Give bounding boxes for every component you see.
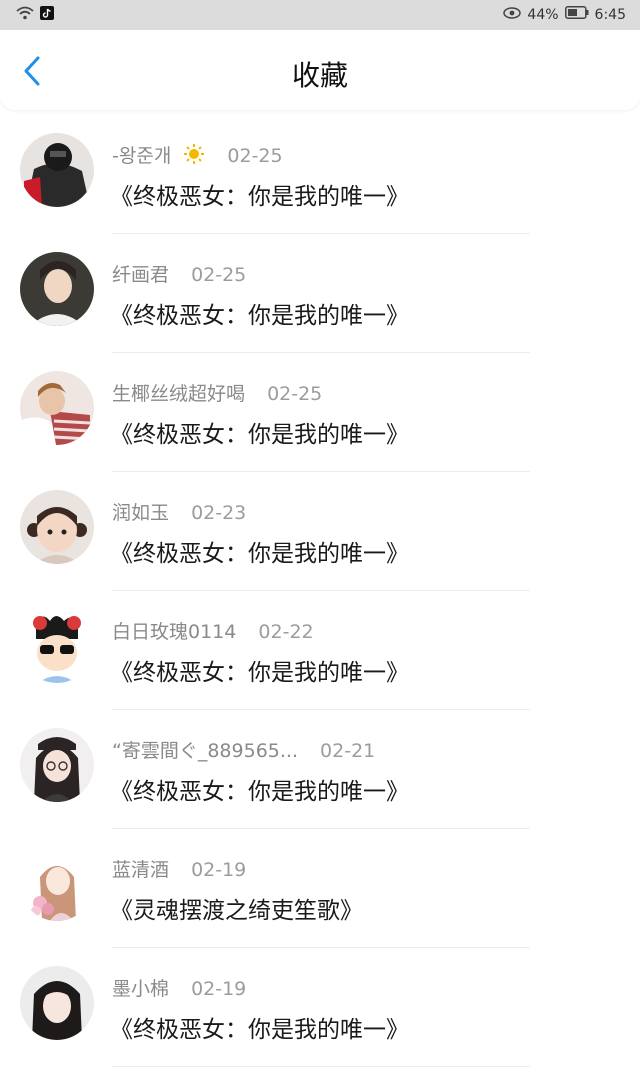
list-item[interactable]: 生椰丝绒超好喝 02-25 《终极恶女：你是我的唯一》 bbox=[0, 353, 640, 472]
header: 收藏 bbox=[0, 30, 640, 110]
list-item[interactable]: 墨小棉 02-19 《终极恶女：你是我的唯一》 bbox=[0, 948, 640, 1067]
status-right: 44% 6:45 bbox=[503, 6, 626, 23]
date: 02-25 bbox=[267, 383, 323, 405]
item-meta: 润如玉 02-23 bbox=[112, 498, 246, 525]
battery-icon bbox=[564, 6, 589, 23]
book-title: 《终极恶女：你是我的唯一》 bbox=[110, 1017, 409, 1043]
book-title: 《终极恶女：你是我的唯一》 bbox=[110, 660, 409, 686]
username: 润如玉 bbox=[112, 502, 170, 524]
username: 墨小棉 bbox=[112, 978, 170, 1000]
item-meta: 生椰丝绒超好喝 02-25 bbox=[112, 379, 322, 406]
avatar bbox=[20, 609, 94, 683]
list-item[interactable]: -왕준개 02-25 《终极恶女：你是我的唯一》 bbox=[0, 115, 640, 234]
clock: 6:45 bbox=[594, 6, 626, 23]
date: 02-19 bbox=[191, 978, 247, 1000]
tiktok-icon bbox=[40, 6, 54, 24]
avatar bbox=[20, 728, 94, 802]
book-title: 《灵魂摆渡之绮吏笙歌》 bbox=[110, 898, 363, 924]
book-title: 《终极恶女：你是我的唯一》 bbox=[110, 422, 409, 448]
date: 02-25 bbox=[227, 145, 283, 167]
date: 02-25 bbox=[191, 264, 247, 286]
username: 蓝清酒 bbox=[112, 859, 170, 881]
avatar bbox=[20, 252, 94, 326]
username: “寄雲間ぐ_889565... bbox=[112, 740, 298, 762]
item-meta: “寄雲間ぐ_889565... 02-21 bbox=[112, 736, 375, 763]
book-title: 《终极恶女：你是我的唯一》 bbox=[110, 779, 409, 805]
username: -왕준개 bbox=[112, 145, 172, 167]
book-title: 《终极恶女：你是我的唯一》 bbox=[110, 184, 409, 210]
list-item[interactable]: 纤画君 02-25 《终极恶女：你是我的唯一》 bbox=[0, 234, 640, 353]
eye-icon bbox=[503, 6, 522, 23]
status-left bbox=[16, 6, 54, 24]
date: 02-21 bbox=[320, 740, 376, 762]
list-item[interactable]: 润如玉 02-23 《终极恶女：你是我的唯一》 bbox=[0, 472, 640, 591]
avatar bbox=[20, 133, 94, 207]
sun-emoji-icon bbox=[183, 143, 205, 170]
wifi-icon bbox=[16, 6, 34, 24]
list-item[interactable]: 蓝清酒 02-19 《灵魂摆渡之绮吏笙歌》 bbox=[0, 829, 640, 948]
battery-percent: 44% bbox=[527, 6, 559, 23]
item-meta: -왕준개 02-25 bbox=[112, 141, 283, 170]
date: 02-19 bbox=[191, 859, 247, 881]
avatar bbox=[20, 371, 94, 445]
item-meta: 白日玫瑰0114 02-22 bbox=[112, 617, 314, 644]
avatar bbox=[20, 847, 94, 921]
status-bar: 44% 6:45 bbox=[0, 0, 640, 30]
list-item[interactable]: “寄雲間ぐ_889565... 02-21 《终极恶女：你是我的唯一》 bbox=[0, 710, 640, 829]
username: 生椰丝绒超好喝 bbox=[112, 383, 246, 405]
book-title: 《终极恶女：你是我的唯一》 bbox=[110, 303, 409, 329]
date: 02-23 bbox=[191, 502, 247, 524]
page-title: 收藏 bbox=[291, 59, 348, 92]
item-meta: 纤画君 02-25 bbox=[112, 260, 246, 287]
avatar bbox=[20, 490, 94, 564]
item-meta: 蓝清酒 02-19 bbox=[112, 855, 246, 882]
avatar bbox=[20, 966, 94, 1040]
username: 白日玫瑰0114 bbox=[112, 621, 237, 643]
list-item[interactable]: 白日玫瑰0114 02-22 《终极恶女：你是我的唯一》 bbox=[0, 591, 640, 710]
username: 纤画君 bbox=[112, 264, 170, 286]
date: 02-22 bbox=[258, 621, 314, 643]
item-meta: 墨小棉 02-19 bbox=[112, 974, 246, 1001]
favorites-list: -왕준개 02-25 《终极恶女：你是我的唯一》 纤画君 02-25 《终极恶女… bbox=[0, 115, 640, 1067]
book-title: 《终极恶女：你是我的唯一》 bbox=[110, 541, 409, 567]
